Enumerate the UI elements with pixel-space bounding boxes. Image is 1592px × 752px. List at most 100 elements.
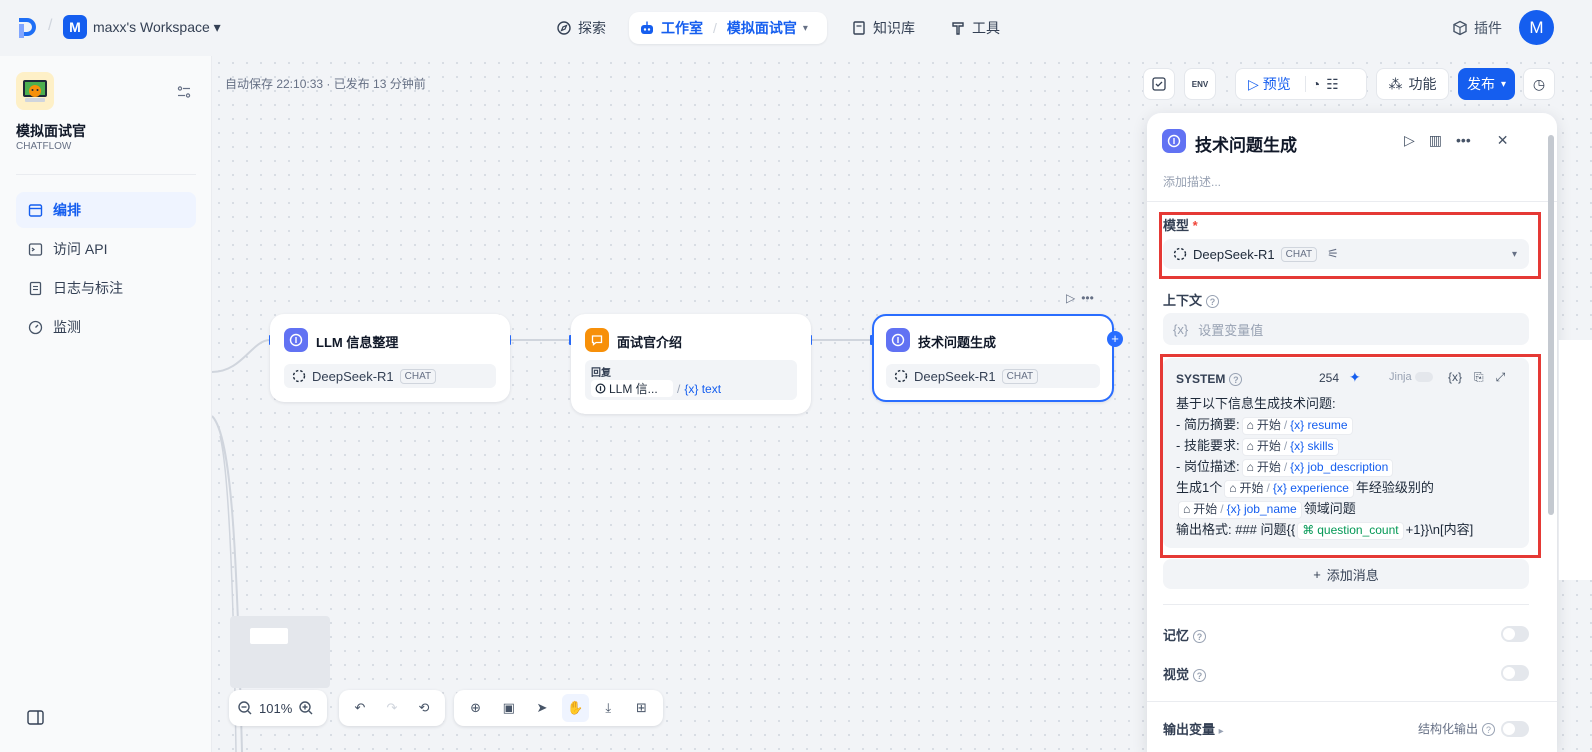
- sidebar-item-label: 日志与标注: [53, 280, 123, 296]
- add-node-icon[interactable]: +: [1107, 331, 1123, 347]
- vision-toggle[interactable]: [1501, 665, 1529, 681]
- node-actions: ▷ •••: [1066, 291, 1094, 305]
- node-tech-question[interactable]: 技术问题生成 DeepSeek-R1 CHAT +: [872, 314, 1123, 402]
- checklist-button[interactable]: [1143, 68, 1175, 100]
- nav-plugins[interactable]: 插件: [1444, 12, 1510, 44]
- sidebar-toggle-icon[interactable]: [27, 710, 44, 725]
- llm-icon: [1162, 129, 1186, 153]
- panel-title[interactable]: 技术问题生成: [1195, 131, 1297, 156]
- help-icon[interactable]: ?: [1193, 669, 1207, 683]
- llm-icon: [284, 328, 308, 352]
- run-history-icon[interactable]: ◔: [1312, 76, 1320, 92]
- sidebar-item-logs[interactable]: 日志与标注: [16, 270, 196, 306]
- variable-icon: {x}: [1173, 321, 1189, 337]
- panel-scrollbar[interactable]: [1548, 135, 1554, 515]
- node-config-panel: 技术问题生成 ▷ ▥ ••• ✕ 添加描述... 模型 * DeepSeek-R…: [1147, 113, 1557, 752]
- variable-inspect-icon[interactable]: ☷: [1326, 76, 1339, 93]
- add-message-button[interactable]: + 添加消息: [1163, 559, 1529, 589]
- minimap[interactable]: [230, 616, 330, 688]
- zoom-level[interactable]: 101%: [259, 701, 292, 716]
- organize-blocks-icon[interactable]: ⊞: [628, 694, 655, 722]
- redo-icon[interactable]: ↷: [379, 694, 405, 722]
- current-app-label[interactable]: 模拟面试官: [727, 18, 797, 38]
- help-icon[interactable]: ?: [1206, 295, 1220, 309]
- more-icon[interactable]: •••: [1081, 291, 1094, 305]
- preview-group: ▷ 预览 ◔ ☷: [1235, 68, 1367, 100]
- nav-explore-label: 探索: [578, 20, 606, 36]
- workspace-avatar[interactable]: M: [63, 15, 87, 39]
- zoom-toolbar: 101%: [229, 690, 327, 726]
- undo-icon[interactable]: ↶: [347, 694, 373, 722]
- sidebar-item-monitor[interactable]: 监测: [16, 309, 196, 345]
- help-icon[interactable]: ?: [1193, 630, 1207, 644]
- chevron-down-icon: ▾: [1500, 78, 1507, 90]
- collapse-settings-icon[interactable]: [176, 84, 192, 100]
- app-type: CHATFLOW: [16, 141, 72, 152]
- sidebar-item-api[interactable]: 访问 API: [16, 231, 196, 267]
- divider: [16, 174, 196, 175]
- structured-output-label: 结构化输出?: [1418, 720, 1496, 737]
- hammer-icon: [952, 22, 964, 35]
- node-title: 面试官介绍: [617, 335, 683, 350]
- highlight-box: [1160, 354, 1541, 558]
- version-history-button[interactable]: ◷: [1523, 68, 1555, 100]
- memory-label: 记忆?: [1163, 625, 1207, 644]
- features-button[interactable]: ⁂ 功能: [1376, 68, 1449, 100]
- node-llm-info[interactable]: LLM 信息整理 DeepSeek-R1 CHAT: [270, 314, 510, 402]
- run-step-icon[interactable]: ▷: [1404, 132, 1415, 149]
- pointer-icon[interactable]: ➤: [528, 694, 555, 722]
- workspace-name[interactable]: maxx's Workspace ▾: [93, 19, 221, 36]
- nav-explore[interactable]: 探索: [548, 12, 614, 44]
- preview-button[interactable]: ▷ 预览: [1248, 74, 1291, 94]
- memory-toggle[interactable]: [1501, 626, 1529, 642]
- context-label: 上下文?: [1163, 290, 1220, 309]
- reply-icon: [585, 328, 609, 352]
- canvas-tools-toolbar: ⊕ ▣ ➤ ✋ ⤓ ⊞: [454, 690, 663, 726]
- book-icon: [853, 21, 865, 35]
- context-variable-input[interactable]: {x} 设置变量值: [1163, 313, 1529, 345]
- var-name: {x} text: [684, 381, 722, 396]
- model-name: DeepSeek-R1: [312, 368, 394, 384]
- description-input[interactable]: 添加描述...: [1163, 173, 1221, 190]
- nav-knowledge[interactable]: 知识库: [843, 12, 923, 44]
- run-node-icon[interactable]: ▷: [1066, 291, 1075, 305]
- nav-plugins-label: 插件: [1474, 20, 1502, 36]
- highlight-box: [1159, 212, 1541, 279]
- publish-button[interactable]: 发布 ▾: [1458, 68, 1515, 100]
- zoom-in-icon[interactable]: [298, 700, 314, 716]
- help-book-icon[interactable]: ▥: [1429, 132, 1442, 149]
- nav-studio[interactable]: 工作室 / 模拟面试官 ▾: [629, 12, 827, 44]
- zoom-out-icon[interactable]: [237, 700, 253, 716]
- env-button[interactable]: ENV: [1184, 68, 1216, 100]
- add-note-icon[interactable]: ▣: [495, 694, 522, 722]
- divider: [1163, 604, 1529, 605]
- nav-separator: /: [713, 20, 717, 36]
- history-icon[interactable]: ⟲: [411, 694, 437, 722]
- add-block-icon[interactable]: ⊕: [462, 694, 489, 722]
- help-icon[interactable]: ?: [1482, 723, 1496, 737]
- node-interviewer-intro[interactable]: 面试官介绍 回复 LLM 信... / {x} text: [571, 314, 811, 414]
- structured-output-toggle[interactable]: [1501, 721, 1529, 737]
- export-image-icon[interactable]: ⤓: [595, 694, 622, 722]
- more-icon[interactable]: •••: [1456, 132, 1471, 149]
- chevron-down-icon: ▾: [213, 19, 221, 35]
- model-provider-icon: [292, 369, 306, 383]
- dify-logo-icon[interactable]: [17, 17, 37, 39]
- sidebar-item-orchestrate[interactable]: 编排: [16, 192, 196, 228]
- sidebar-item-label: 编排: [53, 202, 81, 218]
- user-avatar[interactable]: M: [1519, 10, 1554, 45]
- model-chip: CHAT: [399, 368, 437, 384]
- app-icon: [16, 72, 54, 110]
- nav-knowledge-label: 知识库: [873, 20, 915, 36]
- hamster-computer-icon: [23, 80, 47, 102]
- hand-icon[interactable]: ✋: [561, 694, 589, 722]
- close-icon[interactable]: ✕: [1497, 132, 1509, 149]
- chevron-down-icon: ▾: [802, 22, 808, 34]
- var-node-chip: LLM 信...: [591, 380, 673, 397]
- llm-icon: [886, 328, 910, 352]
- gauge-icon: [28, 320, 43, 334]
- output-vars-label[interactable]: 输出变量 ▸: [1163, 719, 1224, 738]
- sidebar-item-label: 监测: [53, 319, 81, 335]
- nav-tools[interactable]: 工具: [942, 12, 1008, 44]
- env-icon: ENV: [1191, 79, 1209, 89]
